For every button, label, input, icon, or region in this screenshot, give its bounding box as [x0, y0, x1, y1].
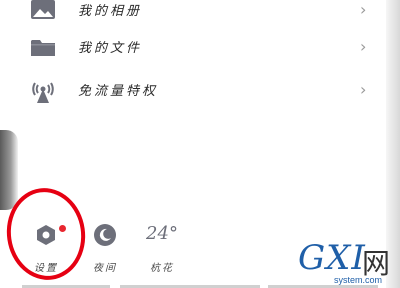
menu-item-files[interactable]: 我的文件 › [0, 27, 386, 67]
menu-item-label: 我的相册 [78, 4, 143, 19]
site-watermark: GXI 网 system.com [298, 238, 398, 288]
folder-icon [30, 35, 56, 59]
watermark-logo-text: GXI [298, 238, 366, 278]
menu-item-photos[interactable]: 我的相册 › [0, 0, 386, 30]
watermark-domain: system.com [334, 275, 383, 285]
phone-frame-edge [0, 130, 18, 210]
chevron-right-icon: › [360, 80, 367, 99]
weather-location: 杭花 [150, 263, 174, 274]
chevron-right-icon: › [360, 37, 367, 56]
weather-temperature: 24° [146, 223, 178, 244]
night-mode-button[interactable]: 夜间 [88, 223, 122, 274]
menu-item-label: 免流量特权 [78, 84, 159, 99]
photo-icon [30, 0, 56, 22]
menu-item-label: 我的文件 [78, 41, 143, 56]
weather-widget[interactable]: 24° 杭花 [142, 223, 182, 274]
broadcast-tower-icon [30, 78, 56, 103]
moon-icon [88, 223, 122, 247]
menu-item-free-data[interactable]: 免流量特权 › [0, 70, 386, 110]
chevron-right-icon: › [360, 0, 367, 19]
night-label: 夜间 [93, 263, 117, 274]
